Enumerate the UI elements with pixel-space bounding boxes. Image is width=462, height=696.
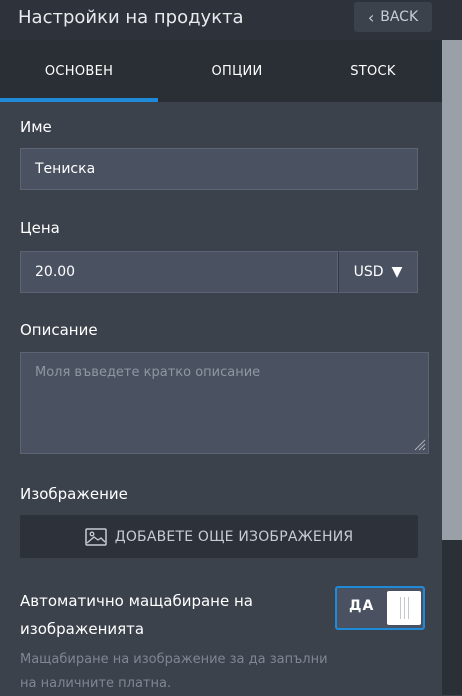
name-input[interactable]: Тениска [20, 148, 418, 190]
name-label: Име [20, 118, 52, 136]
tab-stock[interactable]: STOCK [296, 40, 450, 102]
page-title: Настройки на продукта [18, 7, 244, 28]
caret-down-icon: ▼ [391, 264, 403, 280]
currency-value: USD [353, 264, 384, 280]
tab-options[interactable]: ОПЦИИ [158, 40, 316, 102]
back-button-label: BACK [380, 9, 419, 25]
toggle-knob[interactable] [387, 591, 421, 625]
add-images-button[interactable]: ДОБАВЕТЕ ОЩЕ ИЗОБРАЖЕНИЯ [20, 515, 418, 558]
description-label: Описание [20, 321, 98, 339]
resize-handle-icon[interactable] [412, 437, 426, 451]
toggle-label: ДА [349, 598, 375, 614]
header-bar: Настройки на продукта ‹ BACK [0, 0, 462, 40]
auto-scale-title: Автоматично мащабиране на изображенията [20, 592, 253, 638]
add-images-label: ДОБАВЕТЕ ОЩЕ ИЗОБРАЖЕНИЯ [114, 528, 354, 545]
description-placeholder: Моля въведете кратко описание [35, 365, 261, 380]
chevron-left-icon: ‹ [367, 7, 375, 27]
tab-basic[interactable]: ОСНОВЕН [0, 40, 158, 102]
form-content: Име Тениска Цена 20.00 USD ▼ Описание Мо… [0, 102, 442, 695]
price-input[interactable]: 20.00 [20, 251, 338, 293]
currency-select[interactable]: USD ▼ [338, 251, 418, 293]
description-textarea[interactable]: Моля въведете кратко описание [20, 352, 429, 454]
auto-scale-toggle[interactable]: ДА [335, 586, 425, 630]
image-label: Изображение [20, 485, 128, 503]
back-button[interactable]: ‹ BACK [354, 2, 432, 32]
price-label: Цена [20, 219, 60, 237]
scrollbar-thumb[interactable] [442, 40, 462, 540]
auto-scale-description: Мащабиране на изображение за да запълни … [20, 652, 328, 691]
tab-bar: ОСНОВЕН ОПЦИИ STOCK [0, 40, 442, 102]
image-icon [84, 527, 107, 546]
